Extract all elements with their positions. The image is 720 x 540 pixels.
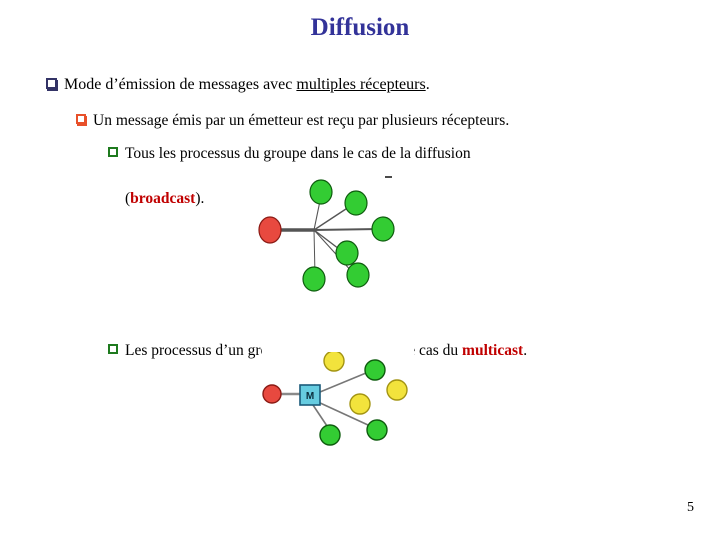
keyword-multicast: multicast [462,342,524,359]
bullet-level1-underlined: multiples récepteurs [296,76,426,93]
page-number: 5 [687,500,694,515]
bullet-level3-paren-close: ). [195,190,205,207]
page-title: Diffusion [310,14,410,41]
broadcast-receiver-nodes [302,179,395,292]
square-bullet-orange-icon [76,114,86,124]
bullet-level1-text: Mode d’émission de messages avec multipl… [64,74,430,95]
broadcast-sender-node [258,216,282,244]
bullet-level2-text: Un message émis par un émetteur est reçu… [93,112,510,129]
bullet-level4-text-after: . [523,342,528,359]
square-bullet-navy-icon [46,78,57,89]
multicast-router-label: M [306,391,314,402]
keyword-broadcast: broadcast [130,190,196,207]
bullet-level1-text-before: Mode d’émission de messages avec [64,76,297,93]
bullet-level1-text-after: . [425,76,430,93]
square-bullet-green-icon-2 [108,344,118,354]
multicast-sender-node [262,384,282,404]
broadcast-diagram-svg [258,179,395,292]
broadcast-diagram [248,176,428,296]
square-bullet-green-icon [108,147,118,157]
multicast-diagram-svg: M [262,350,408,446]
bullet-item-level2: Un message émis par un émetteur est reçu… [76,110,686,131]
slide-canvas: Diffusion Mode d’émission de messages av… [0,0,720,540]
bullet-item-level1: Mode d’émission de messages avec multipl… [46,74,686,95]
multicast-nonmember-nodes [323,350,408,415]
multicast-diagram: M [258,350,418,452]
